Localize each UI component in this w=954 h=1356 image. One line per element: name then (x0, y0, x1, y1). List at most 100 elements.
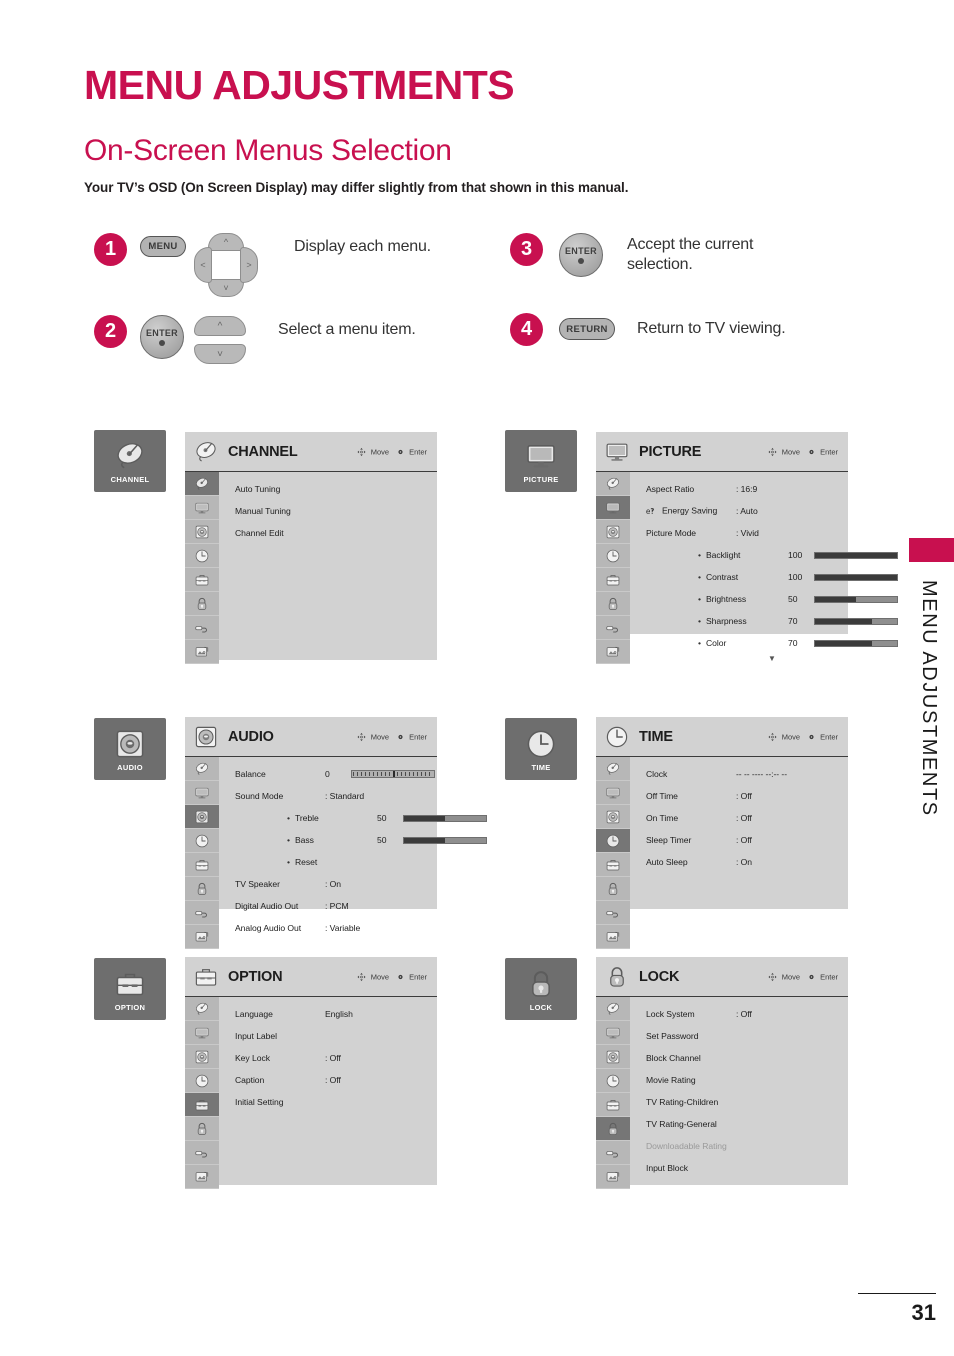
dpad-down[interactable]: ˅ (208, 279, 244, 297)
menu-item-row[interactable]: Downloadable Rating (646, 1135, 848, 1157)
rail-item-speaker[interactable] (185, 520, 219, 544)
rail-item-media[interactable] (596, 925, 630, 949)
menu-item-slider[interactable] (814, 639, 898, 647)
rail-item-tv[interactable] (185, 496, 219, 520)
menu-item-row[interactable]: Movie Rating (646, 1069, 848, 1091)
rail-item-lock[interactable] (185, 592, 219, 616)
menu-item-slider[interactable] (403, 836, 487, 844)
rail-item-media[interactable] (596, 640, 630, 664)
rail-item-speaker[interactable] (185, 1045, 219, 1069)
rail-item-dish[interactable] (596, 757, 630, 781)
dpad-4way[interactable]: ^ ˅ ˂ ˃ (194, 233, 258, 297)
menu-item-row[interactable]: Channel Edit (235, 522, 437, 544)
enter-key-button[interactable]: ENTER (559, 233, 603, 277)
menu-item-row[interactable]: Caption: Off (235, 1069, 437, 1091)
rail-item-tv[interactable] (596, 1021, 630, 1045)
menu-item-row[interactable]: Balance 0 (235, 763, 487, 785)
enter-key-button[interactable]: ENTER (140, 315, 184, 359)
menu-item-row[interactable]: • Color 70 (646, 632, 898, 654)
rail-item-media[interactable] (185, 640, 219, 664)
rail-item-clock[interactable] (596, 829, 630, 853)
menu-item-row[interactable]: Initial Setting (235, 1091, 437, 1113)
menu-item-row[interactable]: Auto Sleep: On (646, 851, 848, 873)
menu-item-row[interactable]: Clock -- -- ---- --:-- -- (646, 763, 848, 785)
menu-item-row[interactable]: Input Label (235, 1025, 437, 1047)
rail-item-dish[interactable] (596, 997, 630, 1021)
menu-item-slider[interactable] (814, 595, 898, 603)
menu-item-row[interactable]: TV Rating-General (646, 1113, 848, 1135)
rail-item-clock[interactable] (596, 544, 630, 568)
menu-item-row[interactable]: TV Speaker: On (235, 873, 487, 895)
rail-item-cable[interactable] (596, 616, 630, 640)
menu-item-row[interactable]: Picture Mode: Vivid (646, 522, 898, 544)
rail-item-dish[interactable] (596, 472, 630, 496)
menu-item-row[interactable]: Digital Audio Out: PCM (235, 895, 487, 917)
menu-item-row[interactable]: • Bass 50 (235, 829, 487, 851)
rail-item-speaker[interactable] (185, 805, 219, 829)
rail-item-briefcase[interactable] (596, 853, 630, 877)
dpad-left[interactable]: ˂ (194, 247, 212, 283)
menu-item-row[interactable]: Analog Audio Out: Variable (235, 917, 487, 939)
rail-item-media[interactable] (596, 1165, 630, 1189)
balance-slider[interactable] (351, 770, 435, 778)
menu-badge-picture[interactable]: PICTURE (505, 430, 577, 492)
rail-item-cable[interactable] (185, 616, 219, 640)
rail-item-media[interactable] (185, 1165, 219, 1189)
rail-item-briefcase[interactable] (596, 1093, 630, 1117)
menu-item-row[interactable]: • Reset (235, 851, 487, 873)
menu-item-slider[interactable] (814, 617, 898, 625)
rail-item-cable[interactable] (596, 1141, 630, 1165)
menu-item-row[interactable]: Auto Tuning (235, 478, 437, 500)
menu-item-row[interactable]: e‽ Energy Saving: Auto (646, 500, 898, 522)
rail-item-clock[interactable] (185, 829, 219, 853)
rail-item-tv[interactable] (185, 1021, 219, 1045)
rail-item-briefcase[interactable] (185, 853, 219, 877)
rail-item-clock[interactable] (596, 1069, 630, 1093)
menu-key-button[interactable]: MENU (140, 236, 186, 257)
rail-item-tv[interactable] (185, 781, 219, 805)
menu-item-row[interactable]: • Treble 50 (235, 807, 487, 829)
rail-item-dish[interactable] (185, 757, 219, 781)
menu-badge-channel[interactable]: CHANNEL (94, 430, 166, 492)
rail-item-briefcase[interactable] (185, 568, 219, 592)
menu-item-row[interactable]: Set Password (646, 1025, 848, 1047)
rail-item-lock[interactable] (596, 592, 630, 616)
menu-item-row[interactable]: • Backlight 100 (646, 544, 898, 566)
rail-item-dish[interactable] (185, 472, 219, 496)
menu-item-row[interactable]: Manual Tuning (235, 500, 437, 522)
menu-badge-time[interactable]: TIME (505, 718, 577, 780)
rail-item-tv[interactable] (596, 496, 630, 520)
rail-item-lock[interactable] (596, 877, 630, 901)
rail-item-cable[interactable] (596, 901, 630, 925)
rail-item-cable[interactable] (185, 901, 219, 925)
menu-item-row[interactable]: Key Lock: Off (235, 1047, 437, 1069)
rail-item-speaker[interactable] (596, 805, 630, 829)
dpad-up[interactable]: ^ (208, 233, 244, 251)
rail-item-lock[interactable] (185, 1117, 219, 1141)
menu-item-slider[interactable] (814, 551, 898, 559)
menu-item-row[interactable]: Language English (235, 1003, 437, 1025)
return-key-button[interactable]: RETURN (559, 318, 615, 340)
pad-down[interactable]: ˅ (194, 344, 246, 364)
rail-item-lock[interactable] (185, 877, 219, 901)
menu-item-slider[interactable] (403, 814, 487, 822)
rail-item-speaker[interactable] (596, 1045, 630, 1069)
menu-badge-option[interactable]: OPTION (94, 958, 166, 1020)
rail-item-clock[interactable] (185, 1069, 219, 1093)
menu-item-row[interactable]: On Time: Off (646, 807, 848, 829)
menu-item-row[interactable]: Sleep Timer: Off (646, 829, 848, 851)
rail-item-briefcase[interactable] (185, 1093, 219, 1117)
rail-item-dish[interactable] (185, 997, 219, 1021)
menu-item-row[interactable]: Sound Mode: Standard (235, 785, 487, 807)
rail-item-cable[interactable] (185, 1141, 219, 1165)
menu-item-row[interactable]: Block Channel (646, 1047, 848, 1069)
rail-item-lock[interactable] (596, 1117, 630, 1141)
menu-item-row[interactable]: Aspect Ratio: 16:9 (646, 478, 898, 500)
scroll-down-caret[interactable]: ▼ (646, 654, 898, 663)
menu-item-row[interactable]: • Sharpness 70 (646, 610, 898, 632)
dpad-right[interactable]: ˃ (240, 247, 258, 283)
updown-pad[interactable]: ^ ˅ (194, 316, 246, 364)
rail-item-speaker[interactable] (596, 520, 630, 544)
menu-badge-audio[interactable]: AUDIO (94, 718, 166, 780)
pad-up[interactable]: ^ (194, 316, 246, 336)
